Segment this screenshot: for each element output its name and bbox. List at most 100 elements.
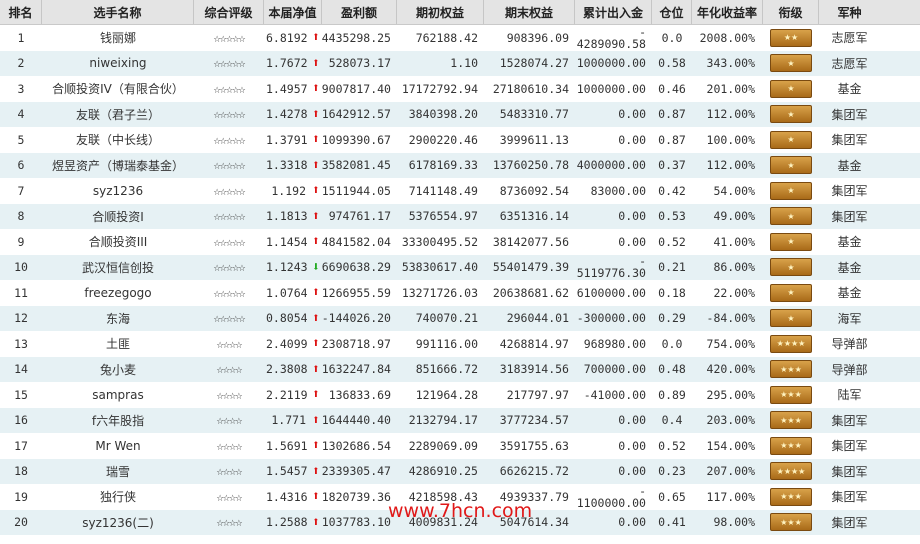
rating-stars-icon: ☆☆☆☆☆	[213, 132, 245, 147]
header-player-name[interactable]: 选手名称	[42, 0, 194, 24]
end-equity-cell: 908396.09	[506, 30, 569, 45]
header-profit[interactable]: 盈利额	[322, 0, 397, 24]
annual-return-cell: -84.00%	[706, 311, 755, 326]
profit-cell: 1632247.84	[322, 362, 391, 377]
rating-stars-icon: ☆☆☆☆☆	[213, 81, 245, 96]
rank-cell: 13	[14, 336, 28, 351]
start-equity-cell: 6178169.33	[408, 158, 478, 173]
rank-cell: 19	[14, 489, 28, 504]
start-equity-cell: 762188.42	[415, 30, 478, 45]
rank-badge-icon: ★★★★	[770, 334, 812, 353]
player-name-link[interactable]: freezegogo	[42, 280, 194, 306]
player-name-link[interactable]: syz1236(二)	[42, 510, 194, 536]
end-equity-cell: 217797.97	[506, 387, 569, 402]
nav-value: 1.4957	[266, 81, 308, 96]
profit-cell: 6690638.29	[322, 260, 391, 275]
player-name-link[interactable]: 东海	[42, 306, 194, 332]
rating-stars-icon: ☆☆☆☆	[216, 362, 243, 377]
header-arm[interactable]: 军种	[819, 0, 880, 24]
table-row: 17 Mr Wen ☆☆☆☆ 1.5691 ⬆ 1302686.54 2289069.09 3…	[0, 433, 920, 459]
rank-badge-icon: ★★	[770, 28, 812, 47]
net-flow-value: 5119776.30	[576, 266, 646, 280]
player-name-link[interactable]: 友联（君子兰）	[42, 102, 194, 128]
header-rank[interactable]: 排名	[0, 0, 42, 24]
table-row: 16 f六年股指 ☆☆☆☆ 1.771 ⬆ 1644440.40 2132794.17 377…	[0, 407, 920, 434]
position-cell: 0.18	[658, 285, 686, 300]
net-flow-value: 0.00	[618, 209, 646, 224]
net-flow-value: 0.00	[618, 464, 646, 479]
player-name-link[interactable]: 兔小麦	[42, 357, 194, 383]
net-flow-cell: 968980.00	[575, 331, 652, 357]
player-name-link[interactable]: niweixing	[42, 51, 194, 77]
header-position[interactable]: 仓位	[652, 0, 692, 24]
nav-value: 6.8192	[266, 30, 308, 45]
annual-return-cell: 112.00%	[706, 158, 755, 173]
player-name-link[interactable]: Mr Wen	[42, 433, 194, 459]
player-name-link[interactable]: f六年股指	[42, 408, 194, 434]
annual-return-cell: 98.00%	[713, 515, 755, 530]
rank-badge-cell: ★★★	[763, 382, 819, 408]
nav-cell: 1.4278 ⬆	[264, 102, 322, 128]
header-annual-return[interactable]: 年化收益率	[692, 0, 763, 24]
player-name-link[interactable]: 土匪	[42, 331, 194, 357]
rank-cell: 9	[17, 234, 25, 249]
header-net-flow[interactable]: 累计出入金	[575, 0, 652, 24]
end-equity-cell: 3183914.56	[499, 362, 569, 377]
nav-cell: 2.4099 ⬆	[264, 331, 322, 357]
rating-stars-icon: ☆☆☆☆	[216, 515, 243, 530]
rank-badge-cell: ★★★	[763, 408, 819, 434]
profit-cell: 4841582.04	[322, 234, 391, 249]
player-name-link[interactable]: 合顺投资IV（有限合伙）	[42, 76, 194, 102]
player-name-link[interactable]: 武汉恒信创投	[42, 255, 194, 281]
header-rank-badge[interactable]: 衔级	[763, 0, 819, 24]
profit-cell: 9007817.40	[322, 81, 391, 96]
net-flow-value: -41000.00	[583, 387, 646, 402]
position-cell: 0.42	[658, 183, 686, 198]
net-flow-cell: 0.00	[575, 510, 652, 536]
player-name-link[interactable]: sampras	[42, 382, 194, 408]
player-name-link[interactable]: syz1236	[42, 178, 194, 204]
nav-value: 2.3808	[266, 362, 308, 377]
net-flow-value: 700000.00	[583, 362, 646, 377]
table-row: 15 sampras ☆☆☆☆ 2.2119 ⬆ 136833.69 121964.28 21…	[0, 382, 920, 408]
nav-value: 1.2588	[266, 515, 308, 530]
table-row: 5 友联（中长线） ☆☆☆☆☆ 1.3791 ⬆ 1099390.67 2900220.46…	[0, 127, 920, 153]
profit-cell: 1644440.40	[322, 413, 391, 428]
nav-cell: 2.2119 ⬆	[264, 382, 322, 408]
net-flow-cell: 4000000.00	[575, 153, 652, 179]
player-name-link[interactable]: 合顺投资I	[42, 204, 194, 230]
player-name-link[interactable]: 瑞雪	[42, 459, 194, 485]
start-equity-cell: 2900220.46	[408, 132, 478, 147]
player-name-link[interactable]: 合顺投资III	[42, 229, 194, 255]
arrow-up-icon: ⬆	[312, 463, 320, 479]
arrow-up-icon: ⬆	[312, 234, 320, 250]
end-equity-cell: 13760250.78	[492, 158, 569, 173]
arm-cell: 集团军	[831, 184, 868, 199]
table-row: 18 瑞雪 ☆☆☆☆ 1.5457 ⬆ 2339305.47 4286910.25 66262…	[0, 458, 920, 485]
net-flow-cell: 700000.00	[575, 357, 652, 383]
position-cell: 0.52	[658, 234, 686, 249]
table-row: 11 freezegogo ☆☆☆☆☆ 1.0764 ⬆ 1266955.59 132717…	[0, 280, 920, 306]
player-name-link[interactable]: 钱丽娜	[42, 25, 194, 51]
player-name-link[interactable]: 煜昱资产（博瑞泰基金）	[42, 153, 194, 179]
header-rating[interactable]: 综合评级	[194, 0, 264, 24]
nav-value: 1.7672	[266, 56, 308, 71]
rank-cell: 3	[17, 81, 25, 96]
profit-cell: -144026.20	[322, 311, 391, 326]
annual-return-cell: 86.00%	[713, 260, 755, 275]
annual-return-cell: 54.00%	[713, 183, 755, 198]
player-name-link[interactable]: 独行侠	[42, 484, 194, 510]
rank-cell: 1	[17, 30, 25, 45]
header-nav[interactable]: 本届净值	[264, 0, 322, 24]
header-start-equity[interactable]: 期初权益	[397, 0, 484, 24]
arrow-up-icon: ⬆	[312, 310, 320, 326]
net-flow-value: 0.00	[618, 438, 646, 453]
net-flow-value: 1100000.00	[576, 495, 646, 510]
player-name-link[interactable]: 友联（中长线）	[42, 127, 194, 153]
annual-return-cell: 295.00%	[706, 387, 755, 402]
nav-value: 1.4316	[266, 489, 308, 504]
nav-value: 1.1454	[266, 234, 308, 249]
net-flow-value: 0.00	[618, 413, 646, 428]
nav-cell: 1.1243 ⬇	[264, 255, 322, 281]
header-end-equity[interactable]: 期末权益	[484, 0, 575, 24]
